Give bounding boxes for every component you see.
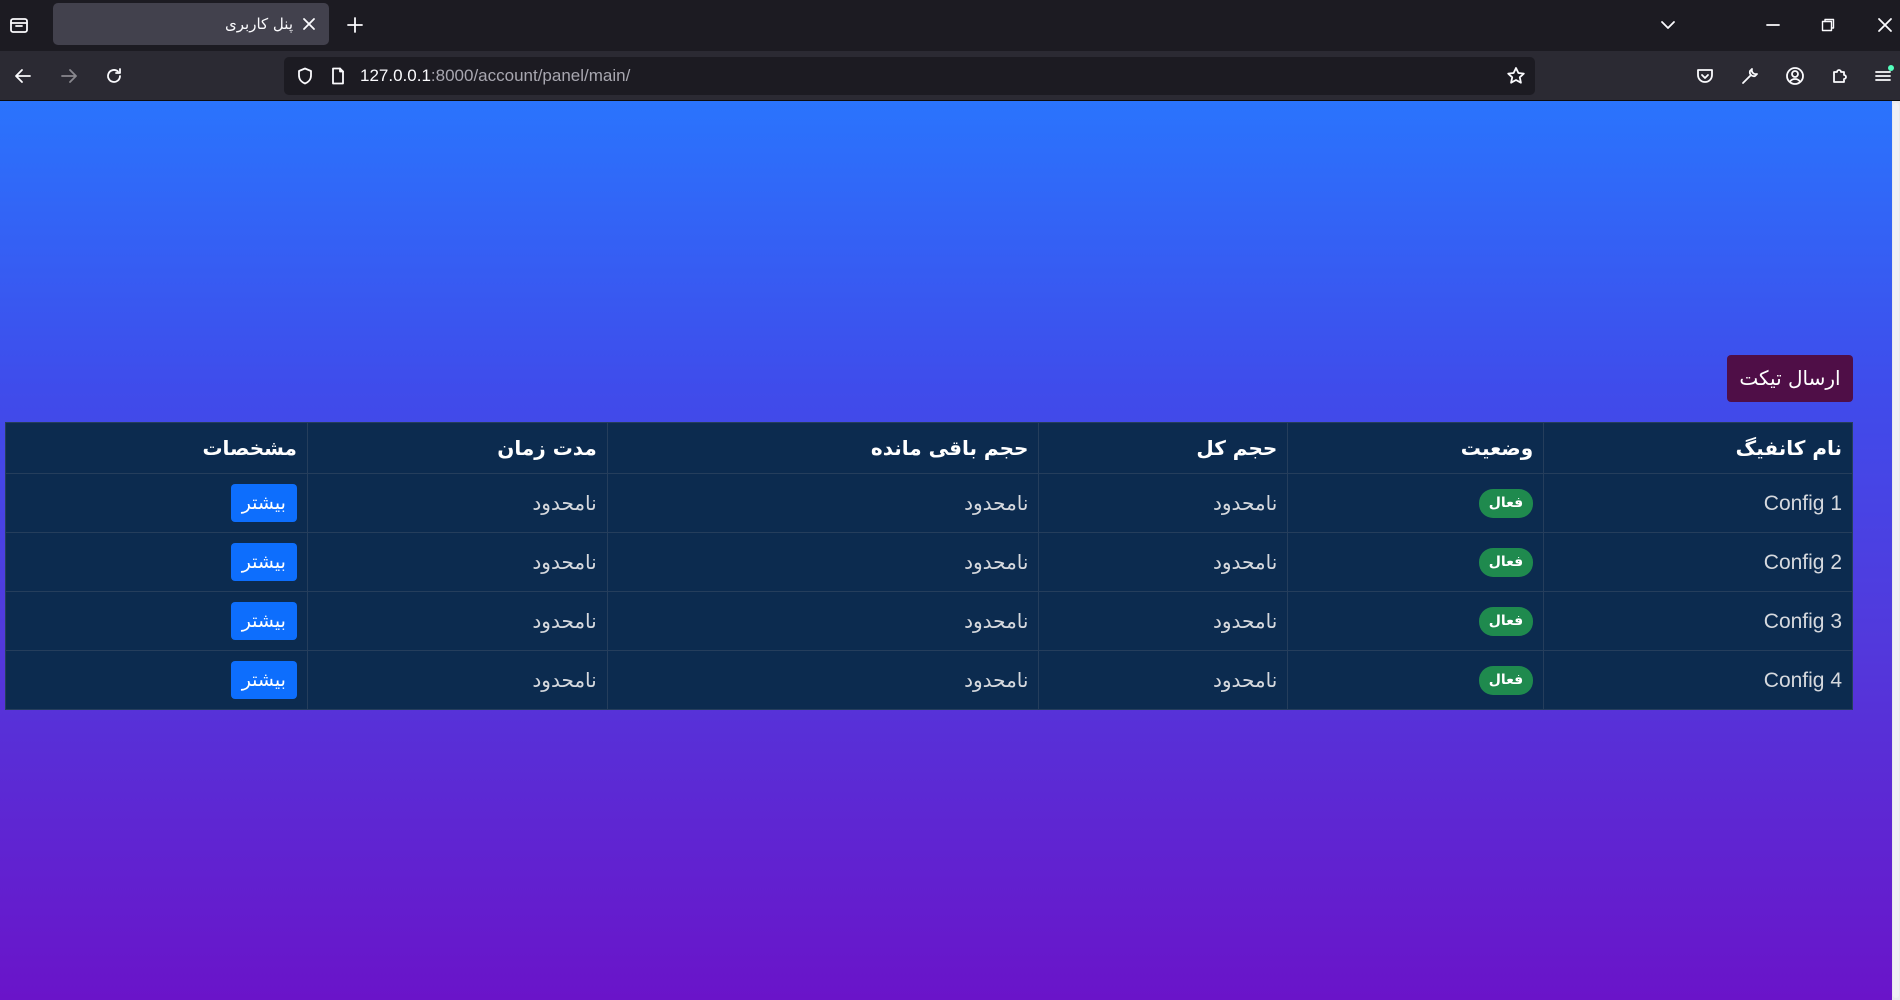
minimize-icon[interactable] — [1760, 12, 1786, 38]
back-arrow-icon[interactable] — [10, 63, 36, 89]
cell-status: فعال — [1287, 532, 1545, 592]
status-badge: فعال — [1478, 607, 1534, 636]
more-button[interactable]: بیشتر — [230, 484, 297, 522]
cell-status: فعال — [1287, 650, 1545, 710]
cell-config-name: Config 3 — [1543, 591, 1853, 651]
cell-duration: نامحدود — [306, 473, 608, 533]
header-config-name: نام کانفیگ — [1543, 422, 1853, 474]
cell-remaining-volume: نامحدود — [606, 591, 1040, 651]
header-details: مشخصات — [5, 422, 308, 474]
cell-duration: نامحدود — [306, 650, 608, 710]
config-name: Config 1 — [1763, 491, 1842, 515]
table-row: Config 1 فعال نامحدود نامحدود نامحدود بی… — [5, 473, 1853, 533]
extensions-puzzle-icon[interactable] — [1827, 63, 1853, 89]
cell-total-volume: نامحدود — [1038, 591, 1289, 651]
header-duration: مدت زمان — [306, 422, 608, 474]
cell-config-name: Config 4 — [1543, 650, 1853, 710]
more-button[interactable]: بیشتر — [230, 602, 297, 640]
cell-details: بیشتر — [5, 650, 308, 710]
header-remaining-volume: حجم باقی مانده — [606, 422, 1040, 474]
table-header-row: نام کانفیگ وضعیت حجم کل حجم باقی مانده م… — [5, 422, 1853, 474]
header-total-volume: حجم کل — [1038, 422, 1289, 474]
new-tab-icon[interactable] — [342, 12, 368, 38]
cell-details: بیشتر — [5, 591, 308, 651]
tab-list-chevron-down-icon[interactable] — [1655, 12, 1681, 38]
cell-remaining-volume: نامحدود — [606, 532, 1040, 592]
cell-config-name: Config 2 — [1543, 532, 1853, 592]
config-name: Config 4 — [1763, 668, 1842, 692]
table-row: Config 3 فعال نامحدود نامحدود نامحدود بی… — [5, 591, 1853, 651]
address-bar[interactable]: 127.0.0.1:8000/account/panel/main/ — [284, 57, 1535, 95]
table-row: Config 4 فعال نامحدود نامحدود نامحدود بی… — [5, 650, 1853, 710]
table-row: Config 2 فعال نامحدود نامحدود نامحدود بی… — [5, 532, 1853, 592]
status-badge: فعال — [1478, 548, 1534, 577]
app-menu-icon[interactable] — [1870, 63, 1896, 89]
url-host: 127.0.0.1 — [360, 66, 431, 85]
cell-duration: نامحدود — [306, 591, 608, 651]
restore-icon[interactable] — [1815, 12, 1841, 38]
cell-total-volume: نامحدود — [1038, 473, 1289, 533]
forward-arrow-icon[interactable] — [56, 63, 82, 89]
cell-details: بیشتر — [5, 473, 308, 533]
update-dot-icon — [1888, 65, 1894, 71]
tab-active[interactable]: پنل کاربری — [53, 3, 329, 45]
bookmark-star-icon[interactable] — [1505, 65, 1527, 87]
scrollbar-thumb[interactable] — [1893, 103, 1899, 998]
url-text[interactable]: 127.0.0.1:8000/account/panel/main/ — [360, 57, 630, 95]
wrench-icon[interactable] — [1737, 63, 1763, 89]
more-button[interactable]: بیشتر — [230, 543, 297, 581]
send-ticket-button[interactable]: ارسال تیکت — [1727, 355, 1853, 402]
cell-details: بیشتر — [5, 532, 308, 592]
account-icon[interactable] — [1782, 63, 1808, 89]
pocket-icon[interactable] — [1692, 63, 1718, 89]
tab-title: پنل کاربری — [225, 15, 293, 33]
status-badge: فعال — [1478, 666, 1534, 695]
header-status: وضعیت — [1287, 422, 1545, 474]
config-name: Config 3 — [1763, 609, 1842, 633]
status-badge: فعال — [1478, 489, 1534, 518]
cell-total-volume: نامحدود — [1038, 532, 1289, 592]
reload-icon[interactable] — [101, 63, 127, 89]
page-scrollbar[interactable] — [1892, 101, 1900, 1000]
page-info-icon[interactable] — [327, 65, 349, 87]
cell-total-volume: نامحدود — [1038, 650, 1289, 710]
navigation-toolbar: 127.0.0.1:8000/account/panel/main/ — [0, 51, 1900, 101]
tab-close-icon[interactable] — [299, 14, 319, 34]
tab-strip: پنل کاربری — [0, 0, 1900, 51]
shield-icon[interactable] — [294, 65, 316, 87]
configs-table: نام کانفیگ وضعیت حجم کل حجم باقی مانده م… — [5, 422, 1853, 710]
cell-status: فعال — [1287, 473, 1545, 533]
page-viewport: ارسال تیکت نام کانفیگ وضعیت حجم کل حجم ب… — [0, 101, 1900, 1000]
cell-config-name: Config 1 — [1543, 473, 1853, 533]
cell-status: فعال — [1287, 591, 1545, 651]
cell-remaining-volume: نامحدود — [606, 650, 1040, 710]
cell-duration: نامحدود — [306, 532, 608, 592]
more-button[interactable]: بیشتر — [230, 661, 297, 699]
config-name: Config 2 — [1763, 550, 1842, 574]
window-close-icon[interactable] — [1872, 12, 1898, 38]
tab-overview-icon[interactable] — [6, 12, 32, 38]
cell-remaining-volume: نامحدود — [606, 473, 1040, 533]
url-path: :8000/account/panel/main/ — [430, 66, 631, 85]
